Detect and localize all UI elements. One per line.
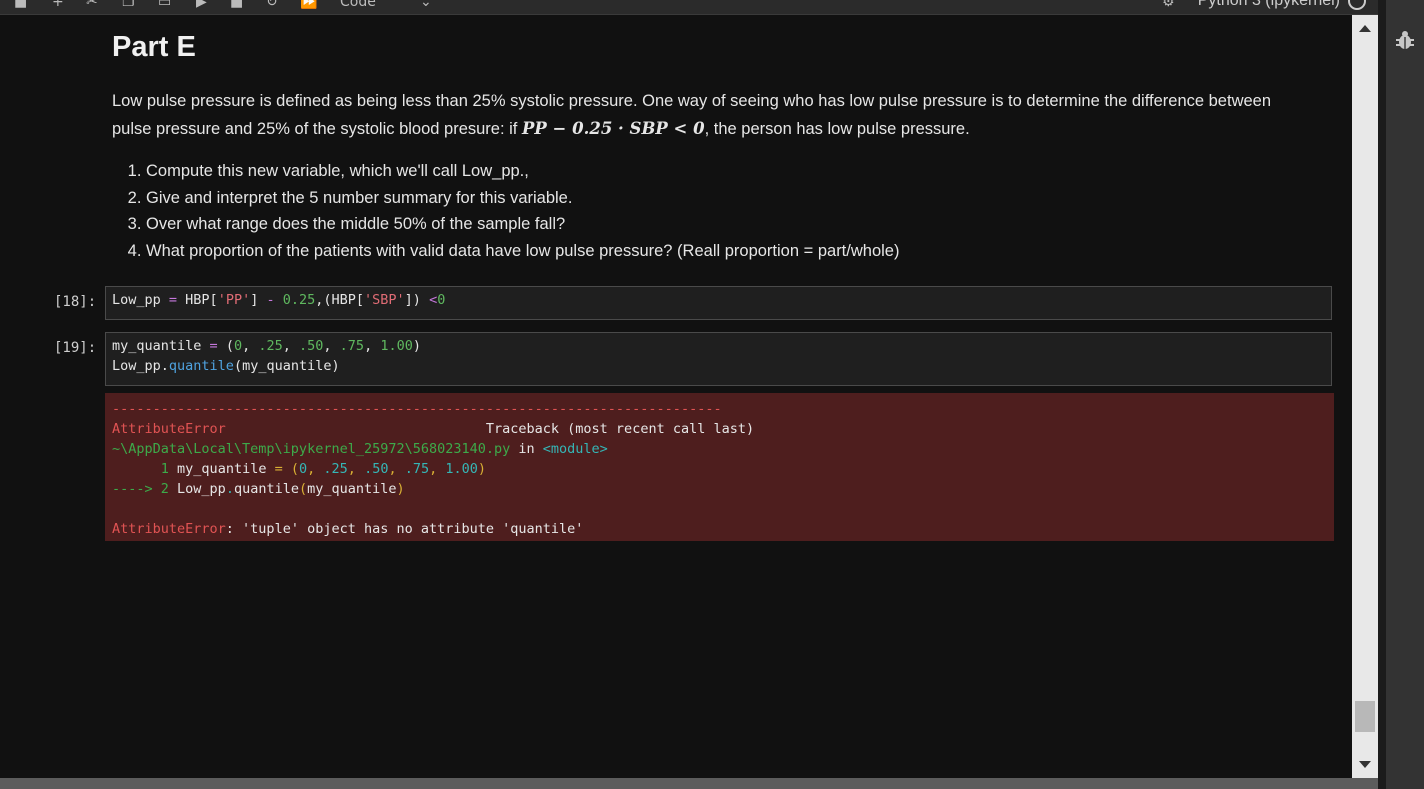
- debugger-bug-icon[interactable]: [1396, 30, 1414, 50]
- run-icon[interactable]: ▶: [196, 0, 207, 10]
- vertical-scrollbar[interactable]: [1352, 15, 1378, 778]
- notebook-area[interactable]: Part E Low pulse pressure is defined as …: [0, 15, 1352, 778]
- right-activity-bar: [1386, 0, 1424, 789]
- scroll-down-arrow-icon[interactable]: [1359, 761, 1371, 768]
- cell-type-select[interactable]: Code: [340, 0, 376, 10]
- markdown-list: Compute this new variable, which we'll c…: [112, 158, 899, 264]
- error-output: ----------------------------------------…: [105, 393, 1334, 541]
- add-cell-icon[interactable]: +: [52, 0, 64, 10]
- code-line: Low_pp = HBP['PP'] - 0.25,(HBP['SBP']) <…: [112, 292, 446, 308]
- gear-icon[interactable]: ⚙: [1162, 0, 1175, 10]
- error-location: ~\AppData\Local\Temp\ipykernel_25972\568…: [112, 441, 608, 457]
- save-icon[interactable]: ■: [14, 0, 27, 10]
- notebook-toolbar: ■ + ✂ ❐ ▭ ▶ ■ ↻ ⏩ Code ⌄ ⚙ Python 3 (ipy…: [0, 0, 1378, 15]
- panel-divider: [1378, 0, 1386, 789]
- error-trace-line-1: 1 my_quantile = (0, .25, .50, .75, 1.00): [160, 461, 487, 477]
- error-divider: ----------------------------------------…: [112, 401, 722, 417]
- cell-prompt-18: [18]:: [54, 294, 97, 310]
- list-item: Give and interpret the 5 number summary …: [146, 185, 899, 212]
- paragraph-text-after: , the person has low pulse pressure.: [704, 120, 970, 138]
- fast-forward-icon[interactable]: ⏩: [300, 0, 317, 10]
- list-item: Over what range does the middle 50% of t…: [146, 211, 899, 238]
- markdown-paragraph: Low pulse pressure is defined as being l…: [112, 88, 1312, 143]
- code-cell-19[interactable]: my_quantile = (0, .25, .50, .75, 1.00) Lo…: [105, 332, 1332, 386]
- code-line: Low_pp.quantile(my_quantile): [112, 358, 340, 374]
- horizontal-scrollbar[interactable]: [0, 778, 1378, 789]
- cell-prompt-19: [19]:: [54, 340, 97, 356]
- stop-icon[interactable]: ■: [230, 0, 243, 10]
- chevron-down-icon[interactable]: ⌄: [420, 0, 432, 10]
- scrollbar-thumb[interactable]: [1355, 701, 1375, 732]
- kernel-name[interactable]: Python 3 (ipykernel): [1198, 0, 1340, 10]
- code-line: my_quantile = (0, .25, .50, .75, 1.00): [112, 338, 421, 354]
- list-item: What proportion of the patients with val…: [146, 238, 899, 265]
- code-cell-18[interactable]: Low_pp = HBP['PP'] - 0.25,(HBP['SBP']) <…: [105, 286, 1332, 320]
- cut-icon[interactable]: ✂: [86, 0, 98, 10]
- math-expression: PP − 0.25 · SBP < 0: [521, 119, 705, 138]
- copy-icon[interactable]: ❐: [122, 0, 135, 10]
- restart-icon[interactable]: ↻: [266, 0, 278, 10]
- markdown-heading: Part E: [112, 31, 196, 63]
- error-blank-line: [112, 499, 1334, 519]
- paste-icon[interactable]: ▭: [158, 0, 171, 10]
- kernel-status-icon: [1348, 0, 1366, 10]
- error-header: AttributeError Traceback (most recent ca…: [112, 421, 755, 437]
- error-message: AttributeError: 'tuple' object has no at…: [112, 521, 584, 537]
- scroll-up-arrow-icon[interactable]: [1359, 25, 1371, 32]
- list-item: Compute this new variable, which we'll c…: [146, 158, 899, 185]
- error-trace-line-2: ----> 2 Low_pp.quantile(my_quantile): [112, 481, 405, 497]
